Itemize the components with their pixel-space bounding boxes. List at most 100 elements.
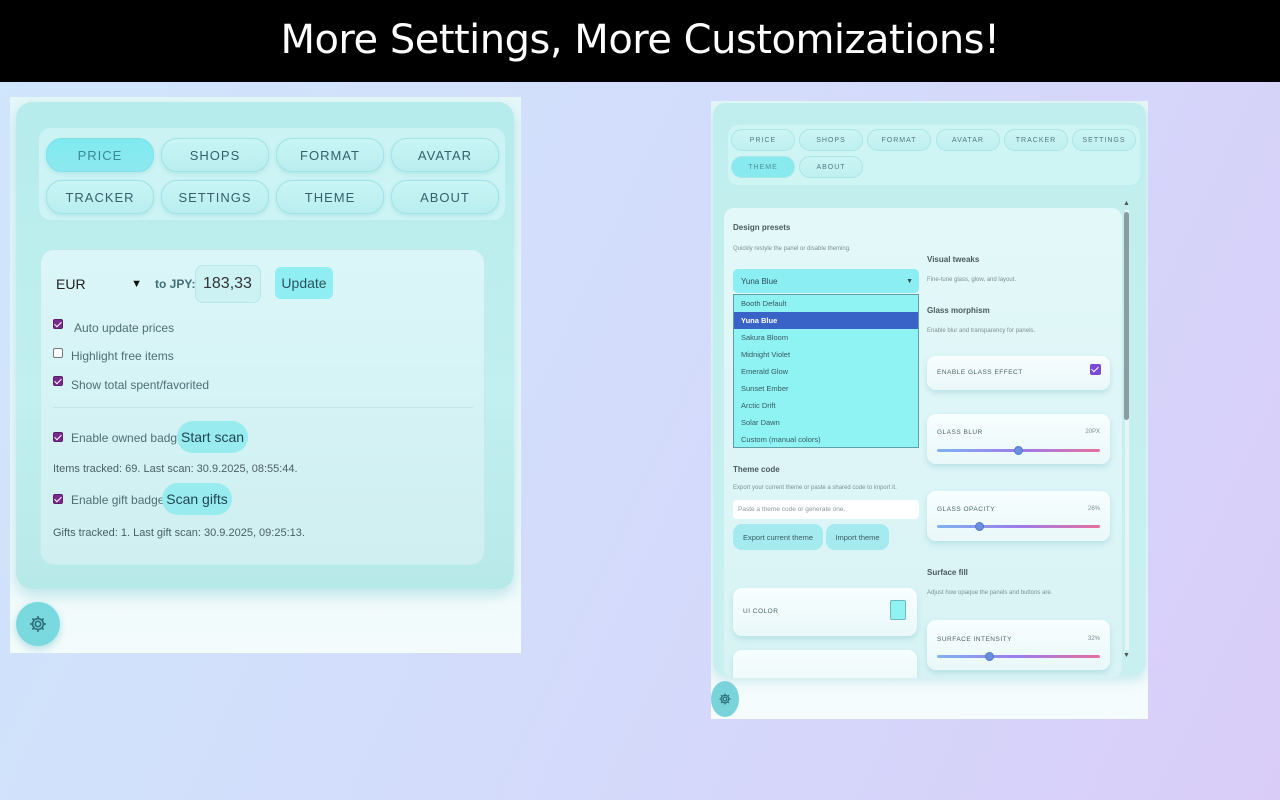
- scan-gifts-button[interactable]: Scan gifts: [162, 483, 232, 515]
- preset-option-yuna-blue[interactable]: Yuna Blue: [734, 312, 918, 329]
- theme-code-input[interactable]: Paste a theme code or generate one.: [733, 500, 919, 519]
- settings-fab[interactable]: [711, 681, 739, 717]
- tab-theme[interactable]: THEME: [276, 180, 384, 214]
- glass-effect-card: ENABLE GLASS EFFECT: [927, 356, 1110, 390]
- promo-banner: More Settings, More Customizations!: [0, 0, 1280, 82]
- highlight-free-checkbox[interactable]: [53, 348, 63, 358]
- preset-option-sunset-ember[interactable]: Sunset Ember: [734, 380, 918, 397]
- next-color-card: [733, 650, 917, 678]
- glass-opacity-card: GLASS OPACITY 26%: [927, 491, 1110, 541]
- glass-opacity-value: 26%: [1087, 506, 1100, 512]
- owned-badge-checkbox[interactable]: [53, 432, 63, 442]
- highlight-free-label: Highlight free items: [71, 349, 174, 363]
- visual-tweaks-title: Visual tweaks: [927, 255, 980, 264]
- preset-option-emerald-glow[interactable]: Emerald Glow: [734, 363, 918, 380]
- scroll-down-arrow-icon[interactable]: ▼: [1123, 652, 1130, 659]
- tab-settings[interactable]: SETTINGS: [1072, 129, 1136, 151]
- surface-intensity-label: SURFACE INTENSITY: [937, 636, 1012, 643]
- settings-panel: PRICE SHOPS FORMAT AVATAR TRACKER SETTIN…: [16, 102, 514, 589]
- glass-blur-label: GLASS BLUR: [937, 429, 983, 436]
- section-divider: [53, 407, 473, 408]
- preset-option-midnight-violet[interactable]: Midnight Violet: [734, 346, 918, 363]
- update-button[interactable]: Update: [275, 267, 333, 299]
- owned-status-text: Items tracked: 69. Last scan: 30.9.2025,…: [53, 463, 298, 475]
- tab-tracker[interactable]: TRACKER: [1004, 129, 1068, 151]
- tab-price[interactable]: PRICE: [46, 138, 154, 172]
- gear-icon: [719, 693, 731, 705]
- scrollbar-thumb[interactable]: [1124, 212, 1129, 420]
- import-theme-button[interactable]: Import theme: [826, 524, 889, 550]
- tab-bar: PRICE SHOPS FORMAT AVATAR TRACKER SETTIN…: [728, 125, 1140, 185]
- ui-color-card: UI COLOR: [733, 588, 917, 636]
- chevron-down-icon: ▼: [131, 278, 142, 290]
- vertical-scrollbar[interactable]: ▲ ▼: [1122, 200, 1132, 662]
- right-theme-screenshot: PRICE SHOPS FORMAT AVATAR TRACKER SETTIN…: [711, 101, 1148, 719]
- surface-intensity-value: 32%: [1087, 636, 1100, 642]
- export-theme-button[interactable]: Export current theme: [733, 524, 823, 550]
- tab-format[interactable]: FORMAT: [276, 138, 384, 172]
- chevron-down-icon: ▼: [906, 277, 913, 285]
- tab-bar: PRICE SHOPS FORMAT AVATAR TRACKER SETTIN…: [39, 128, 505, 220]
- glass-effect-checkbox[interactable]: [1090, 364, 1101, 375]
- preset-option-solar-dawn[interactable]: Solar Dawn: [734, 414, 918, 431]
- glass-opacity-slider-track[interactable]: [937, 525, 1100, 528]
- glass-opacity-label: GLASS OPACITY: [937, 506, 996, 513]
- tab-about[interactable]: ABOUT: [799, 156, 863, 178]
- show-total-checkbox[interactable]: [53, 376, 63, 386]
- theme-settings-body: Design presets Quickly restyle the panel…: [724, 208, 1122, 678]
- tab-tracker[interactable]: TRACKER: [46, 180, 154, 214]
- banner-title: More Settings, More Customizations!: [280, 17, 1000, 63]
- preset-option-booth-default[interactable]: Booth Default: [734, 295, 918, 312]
- currency-select[interactable]: EUR ▼: [53, 274, 145, 294]
- design-presets-title: Design presets: [733, 223, 791, 232]
- gear-icon: [30, 616, 46, 632]
- theme-code-title: Theme code: [733, 465, 780, 474]
- preset-option-sakura-bloom[interactable]: Sakura Bloom: [734, 329, 918, 346]
- surface-fill-subtitle: Adjust how opaque the panels and buttons…: [927, 590, 1053, 596]
- glass-effect-label: ENABLE GLASS EFFECT: [937, 369, 1023, 376]
- settings-fab[interactable]: [16, 602, 60, 646]
- ui-color-label: UI COLOR: [743, 608, 779, 615]
- show-total-label: Show total spent/favorited: [71, 378, 210, 392]
- exchange-rate-input[interactable]: 183,33: [195, 265, 261, 303]
- preset-option-custom[interactable]: Custom (manual colors): [734, 431, 918, 448]
- gift-status-text: Gifts tracked: 1. Last gift scan: 30.9.2…: [53, 527, 305, 539]
- preset-dropdown-list: Booth Default Yuna Blue Sakura Bloom Mid…: [733, 294, 919, 448]
- tab-price[interactable]: PRICE: [731, 129, 795, 151]
- theme-code-subtitle: Export your current theme or paste a sha…: [733, 485, 897, 491]
- surface-fill-title: Surface fill: [927, 568, 968, 577]
- tab-format[interactable]: FORMAT: [867, 129, 931, 151]
- tab-avatar[interactable]: AVATAR: [391, 138, 499, 172]
- surface-intensity-slider-handle[interactable]: [984, 652, 994, 661]
- scroll-up-arrow-icon[interactable]: ▲: [1123, 200, 1130, 207]
- preset-selected-value: Yuna Blue: [741, 276, 778, 286]
- start-scan-button[interactable]: Start scan: [177, 421, 248, 453]
- glass-blur-card: GLASS BLUR 20PX: [927, 414, 1110, 464]
- price-settings-body: EUR ▼ to JPY: 183,33 Update Auto update …: [40, 249, 485, 565]
- gift-badge-checkbox[interactable]: [53, 494, 63, 504]
- left-settings-screenshot: PRICE SHOPS FORMAT AVATAR TRACKER SETTIN…: [10, 97, 521, 653]
- preset-select[interactable]: Yuna Blue ▼: [733, 269, 919, 293]
- tab-shops[interactable]: SHOPS: [161, 138, 269, 172]
- surface-intensity-card: SURFACE INTENSITY 32%: [927, 620, 1110, 670]
- tab-shops[interactable]: SHOPS: [799, 129, 863, 151]
- auto-update-checkbox[interactable]: [53, 319, 63, 329]
- preset-option-arctic-drift[interactable]: Arctic Drift: [734, 397, 918, 414]
- glass-blur-slider-handle[interactable]: [1014, 446, 1023, 455]
- tab-theme[interactable]: THEME: [731, 156, 795, 178]
- glass-morphism-title: Glass morphism: [927, 306, 990, 315]
- currency-value: EUR: [56, 276, 86, 292]
- tab-about[interactable]: ABOUT: [391, 180, 499, 214]
- auto-update-label: Auto update prices: [74, 321, 175, 335]
- glass-opacity-slider-handle[interactable]: [974, 522, 984, 531]
- to-jpy-label: to JPY:: [155, 277, 196, 291]
- visual-tweaks-subtitle: Fine-tune glass, glow, and layout.: [927, 277, 1017, 283]
- glass-morphism-subtitle: Enable blur and transparency for panels.: [927, 328, 1036, 334]
- tab-settings[interactable]: SETTINGS: [161, 180, 269, 214]
- gift-badge-label: Enable gift badge: [71, 493, 165, 507]
- tab-avatar[interactable]: AVATAR: [936, 129, 1000, 151]
- surface-intensity-slider-track[interactable]: [937, 655, 1100, 658]
- design-presets-subtitle: Quickly restyle the panel or disable the…: [733, 246, 851, 252]
- owned-badge-label: Enable owned badge: [71, 431, 184, 445]
- ui-color-swatch[interactable]: [890, 600, 906, 620]
